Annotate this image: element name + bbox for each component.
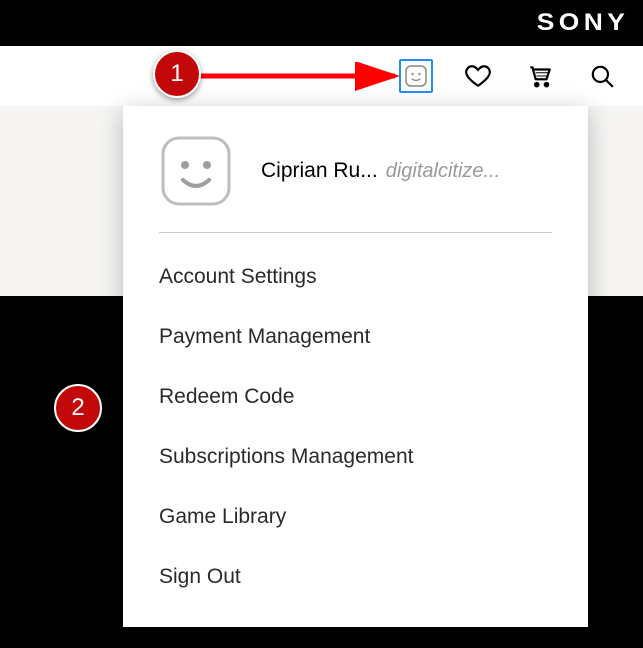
menu-subscriptions-management[interactable]: Subscriptions Management	[123, 427, 588, 487]
profile-name: Ciprian Ru...	[261, 159, 378, 183]
avatar-icon	[159, 134, 233, 208]
menu-redeem-code[interactable]: Redeem Code	[123, 367, 588, 427]
annotation-badge-1: 1	[153, 50, 201, 98]
profile-text: Ciprian Ru... digitalcitize...	[261, 159, 500, 183]
menu-payment-management[interactable]: Payment Management	[123, 307, 588, 367]
profile-header[interactable]: Ciprian Ru... digitalcitize...	[123, 134, 588, 232]
annotation-badge-2: 2	[54, 384, 102, 432]
menu-account-settings[interactable]: Account Settings	[123, 247, 588, 307]
menu-game-library[interactable]: Game Library	[123, 487, 588, 547]
menu-sign-out[interactable]: Sign Out	[123, 547, 588, 607]
cart-icon[interactable]	[523, 59, 557, 93]
search-icon[interactable]	[585, 59, 619, 93]
wishlist-icon[interactable]	[461, 59, 495, 93]
brand-bar: SONY	[0, 0, 643, 46]
page-body: Ciprian Ru... digitalcitize... Account S…	[0, 106, 643, 648]
profile-icon[interactable]	[399, 59, 433, 93]
profile-handle: digitalcitize...	[386, 160, 501, 183]
dropdown-list: Account Settings Payment Management Rede…	[123, 233, 588, 607]
profile-dropdown: Ciprian Ru... digitalcitize... Account S…	[123, 106, 588, 627]
sony-logo: SONY	[537, 9, 629, 37]
header-bar	[0, 46, 643, 106]
